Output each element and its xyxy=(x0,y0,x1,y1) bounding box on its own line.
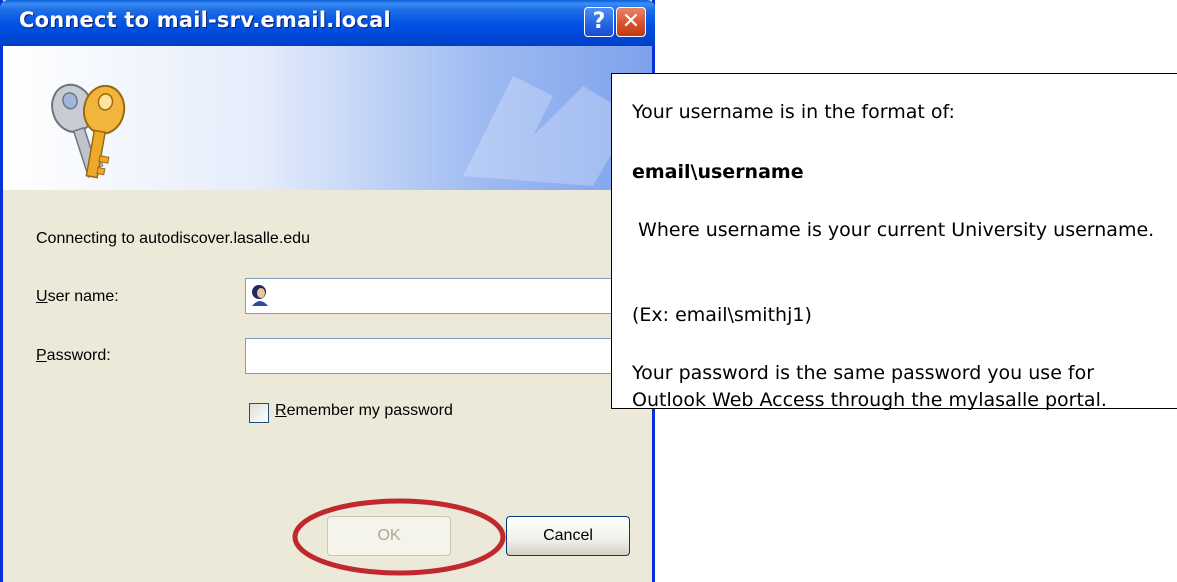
remember-label[interactable]: Remember my password xyxy=(275,402,453,420)
callout-example: (Ex: email\smithj1) xyxy=(632,304,812,326)
dialog-title: Connect to mail-srv.email.local xyxy=(19,8,391,32)
username-combobox[interactable]: ▼ xyxy=(245,278,645,314)
password-label: Password: xyxy=(36,347,111,364)
username-label: User name: xyxy=(36,288,119,305)
callout-format-text: Your username is in the format of: xyxy=(632,101,955,123)
callout-username-explanation: Where username is your current Universit… xyxy=(632,219,1155,241)
dialog-body: Connecting to autodiscover.lasalle.edu U… xyxy=(3,190,652,582)
callout-username-format: email\username xyxy=(632,161,804,183)
login-dialog: Connect to mail-srv.email.local ? ✕ Conn… xyxy=(0,0,655,582)
title-bar[interactable]: Connect to mail-srv.email.local ? ✕ xyxy=(0,0,655,46)
close-icon[interactable]: ✕ xyxy=(616,7,646,37)
instruction-callout: Your username is in the format of: email… xyxy=(611,73,1177,411)
user-icon xyxy=(252,285,268,306)
ok-highlight-ring xyxy=(292,498,506,576)
keys-icon xyxy=(51,83,126,179)
password-field[interactable] xyxy=(245,338,645,374)
callout-password-text: Your password is the same password you u… xyxy=(632,362,1107,411)
help-icon[interactable]: ? xyxy=(584,7,614,37)
remember-checkbox[interactable] xyxy=(249,403,269,423)
cancel-button[interactable]: Cancel xyxy=(506,516,630,556)
connecting-text: Connecting to autodiscover.lasalle.edu xyxy=(36,230,310,247)
dialog-banner xyxy=(3,46,652,190)
